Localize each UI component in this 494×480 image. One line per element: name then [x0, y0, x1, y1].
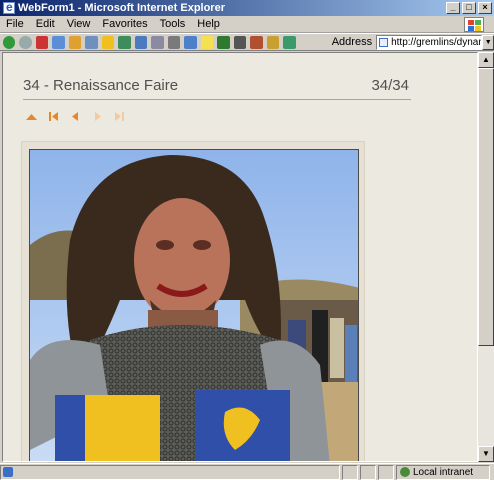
- maximize-button[interactable]: □: [462, 2, 476, 14]
- scroll-thumb[interactable]: [478, 68, 494, 346]
- menu-favorites[interactable]: Favorites: [96, 18, 153, 30]
- status-bar: Local intranet: [0, 463, 494, 480]
- status-pane-2: [342, 464, 358, 480]
- messenger-icon[interactable]: [217, 35, 230, 49]
- history-icon[interactable]: [134, 35, 148, 49]
- stop-icon[interactable]: [35, 35, 49, 49]
- first-photo-icon[interactable]: [47, 110, 60, 122]
- address-dropdown-button[interactable]: ▼: [482, 34, 494, 50]
- status-pane-3: [360, 464, 376, 480]
- menu-help[interactable]: Help: [191, 18, 226, 30]
- header-divider: [23, 99, 411, 100]
- collapse-up-icon[interactable]: [25, 110, 38, 122]
- address-value: http://gremlins/dynamicth: [391, 36, 481, 48]
- security-zone-pane: Local intranet: [396, 464, 490, 480]
- menu-tools[interactable]: Tools: [154, 18, 192, 30]
- menu-edit[interactable]: Edit: [30, 18, 61, 30]
- photo-counter: 34/34: [371, 77, 409, 94]
- menu-file[interactable]: File: [0, 18, 30, 30]
- previous-photo-icon[interactable]: [69, 110, 82, 122]
- address-input[interactable]: http://gremlins/dynamicth: [376, 34, 483, 50]
- intranet-zone-icon: [400, 467, 410, 477]
- window-title: WebForm1 - Microsoft Internet Explorer: [18, 2, 225, 14]
- last-photo-icon[interactable]: [113, 110, 126, 122]
- discuss-icon[interactable]: [200, 35, 214, 49]
- gallery-header: 34 - Renaissance Faire 34/34: [23, 77, 409, 94]
- tool-icon-2[interactable]: [266, 35, 280, 49]
- standard-toolbar: Address http://gremlins/dynamicth ▼: [0, 33, 494, 51]
- photo-frame: [21, 141, 365, 461]
- windows-logo-icon: [464, 17, 484, 32]
- ie-icon: [3, 0, 15, 14]
- window-titlebar[interactable]: WebForm1 - Microsoft Internet Explorer _…: [0, 0, 494, 16]
- page-status-icon: [3, 467, 13, 477]
- address-label: Address: [331, 36, 373, 48]
- print-icon[interactable]: [167, 35, 181, 49]
- tool-icon-3[interactable]: [283, 35, 296, 49]
- back-icon[interactable]: [3, 35, 16, 49]
- favorites-icon[interactable]: [101, 35, 115, 49]
- status-main-pane: [0, 464, 340, 480]
- home-icon[interactable]: [68, 35, 82, 49]
- close-button[interactable]: ×: [478, 2, 492, 14]
- photo-title: 34 - Renaissance Faire: [23, 77, 179, 94]
- scroll-down-icon[interactable]: ▼: [478, 446, 494, 462]
- minimize-button[interactable]: _: [446, 2, 460, 14]
- page-icon: [379, 37, 389, 47]
- page-viewport: 34 - Renaissance Faire 34/34: [2, 52, 478, 462]
- status-pane-4: [378, 464, 394, 480]
- mail-icon[interactable]: [151, 35, 164, 49]
- menu-bar: File Edit View Favorites Tools Help: [0, 16, 494, 33]
- refresh-icon[interactable]: [52, 35, 65, 49]
- edit-icon[interactable]: [184, 35, 197, 49]
- next-photo-icon[interactable]: [91, 110, 104, 122]
- menu-view[interactable]: View: [61, 18, 97, 30]
- media-icon[interactable]: [118, 35, 131, 49]
- tool-icon[interactable]: [250, 35, 263, 49]
- forward-icon[interactable]: [19, 35, 32, 49]
- photo-navigation: [25, 110, 126, 122]
- scroll-up-icon[interactable]: ▲: [478, 52, 494, 68]
- search-icon[interactable]: [85, 35, 98, 49]
- vertical-scrollbar[interactable]: ▲ ▼: [478, 52, 494, 462]
- gallery-photo[interactable]: [29, 149, 359, 461]
- security-zone-text: Local intranet: [413, 466, 474, 478]
- research-icon[interactable]: [233, 35, 247, 49]
